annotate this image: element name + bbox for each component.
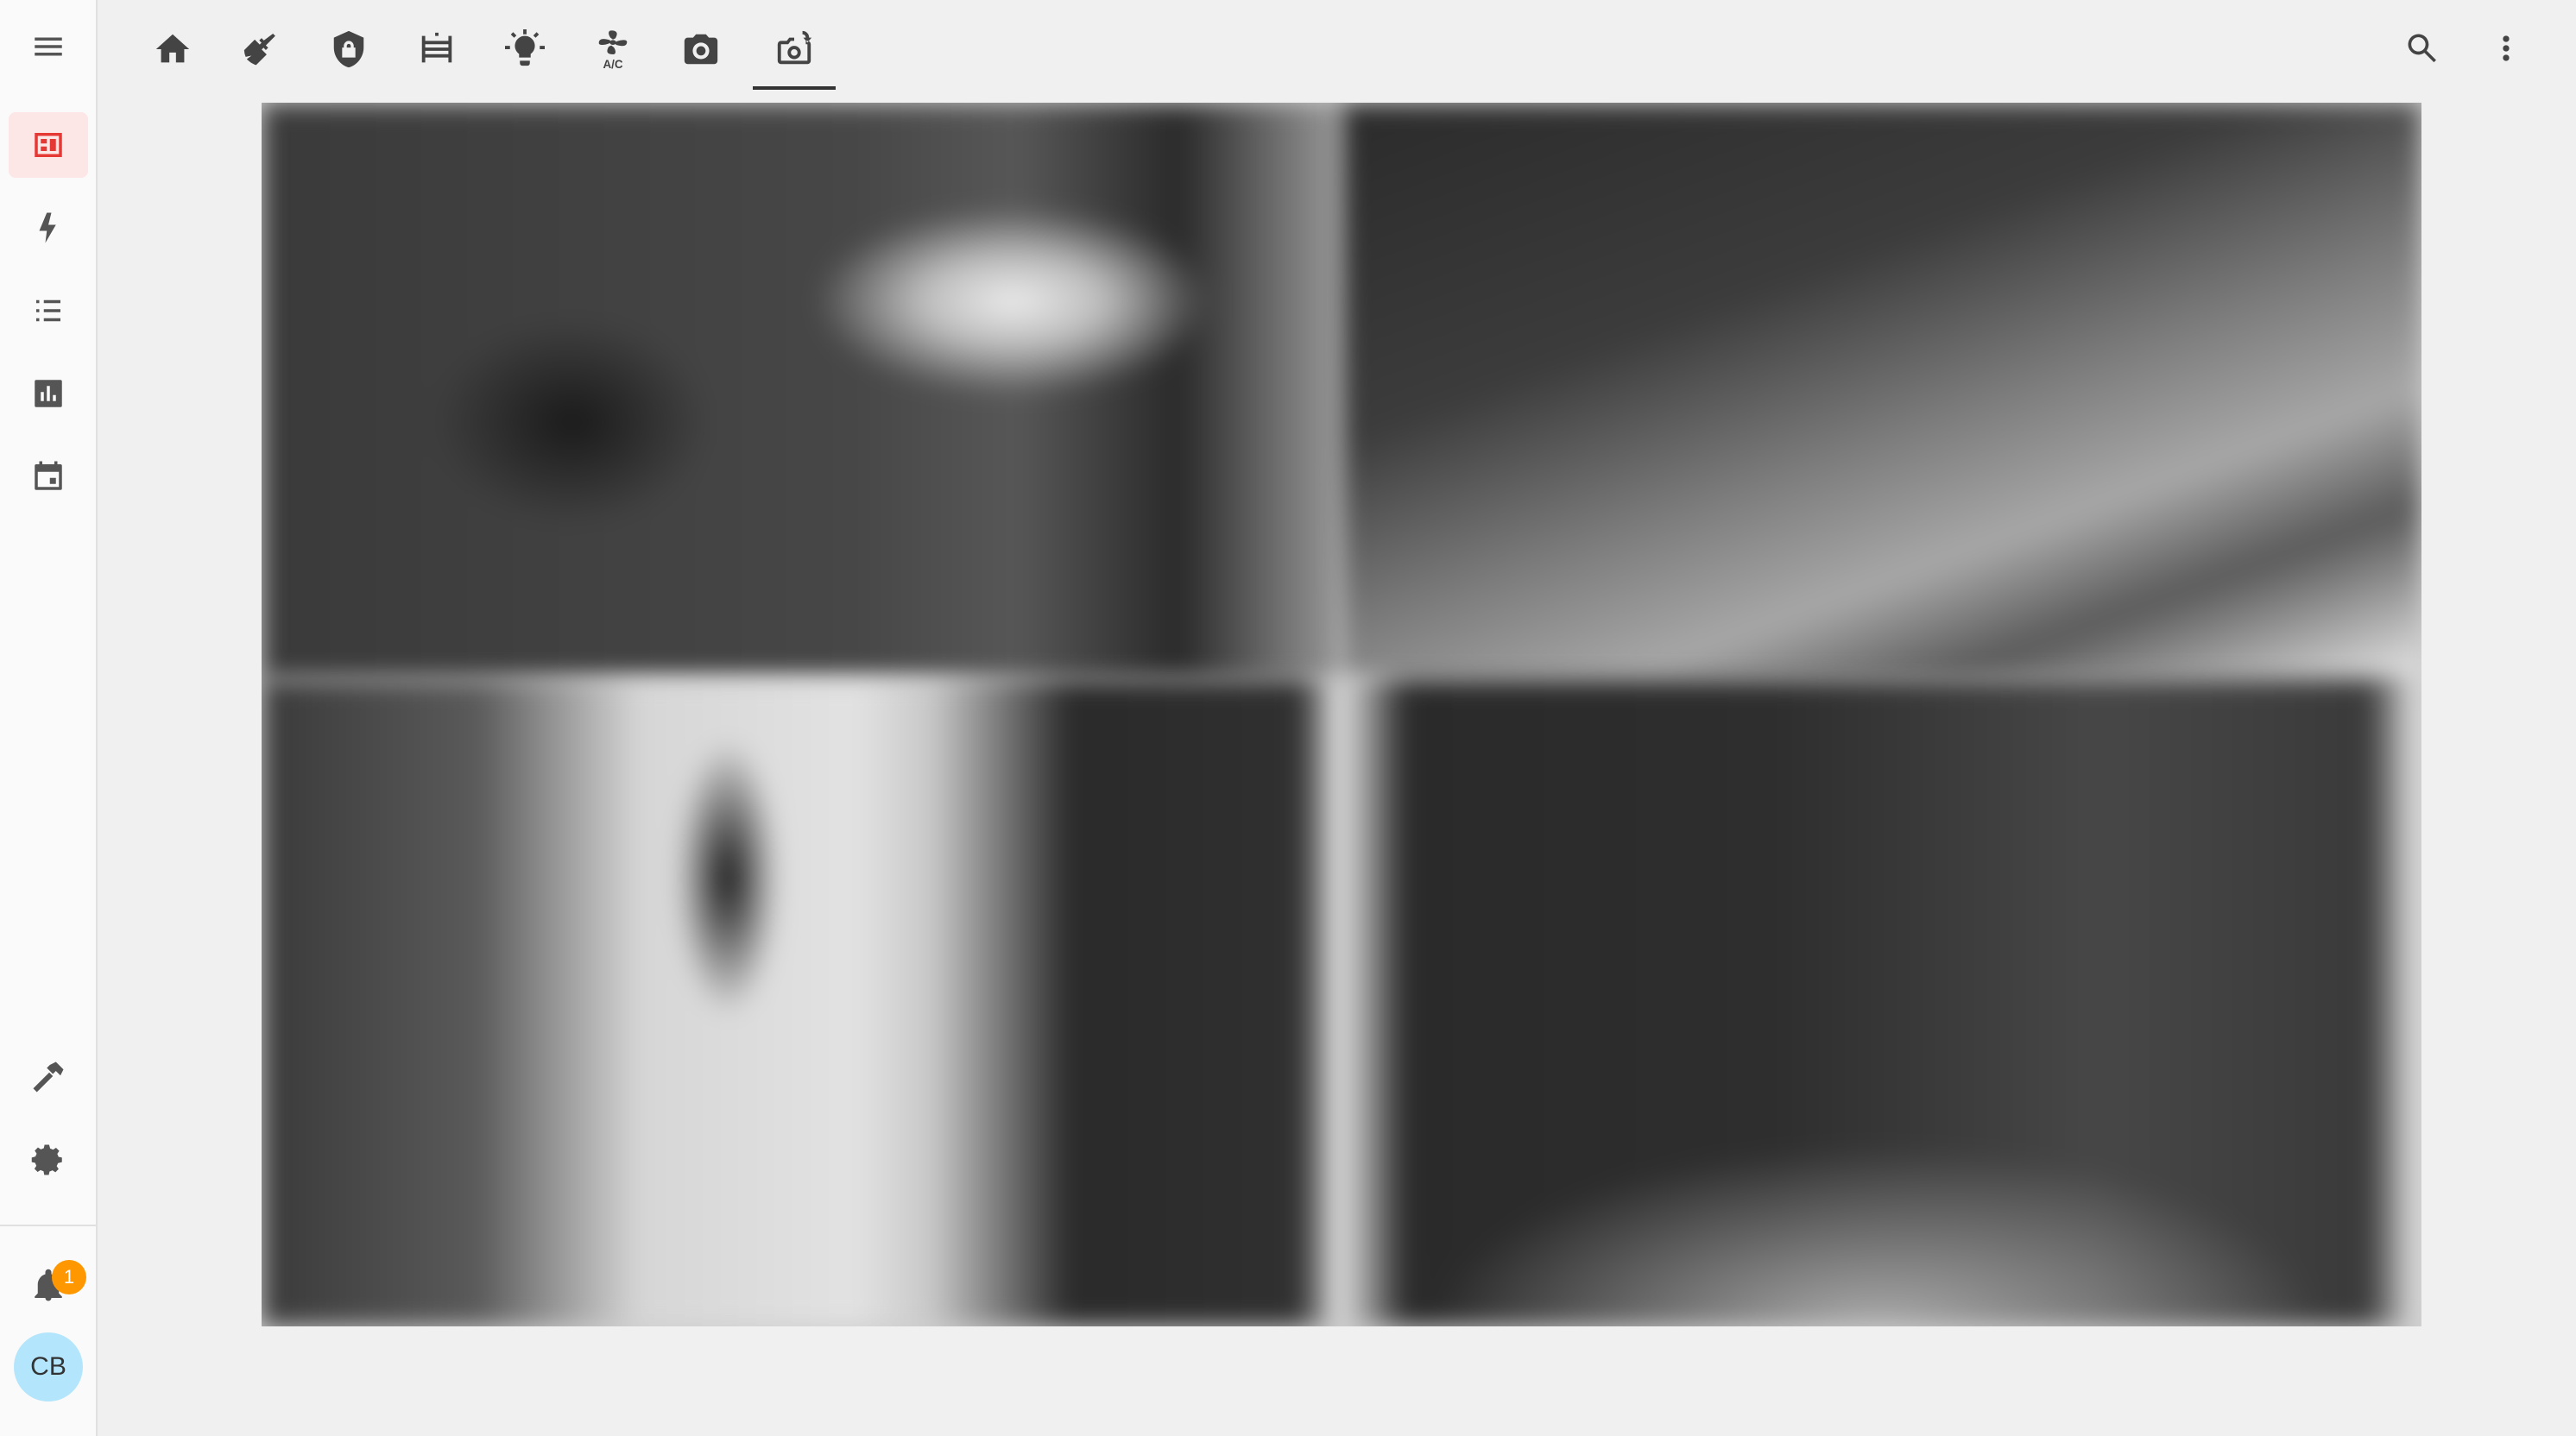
camera-feed-2[interactable]	[1342, 103, 2421, 679]
hammer-icon	[33, 1061, 64, 1093]
camera-switch-icon	[777, 30, 812, 65]
sidebar-item-energy[interactable]	[9, 195, 88, 261]
sidebar: 1 CB	[0, 0, 98, 1436]
dots-vertical-icon	[2503, 35, 2510, 61]
chart-box-icon	[35, 380, 62, 407]
calendar-icon	[35, 461, 62, 490]
fan-ac-icon: A/C	[598, 30, 628, 69]
view-tabs-bar: A/C	[98, 0, 2576, 98]
tab-gate[interactable]	[395, 10, 478, 88]
avatar[interactable]: CB	[14, 1332, 83, 1401]
notification-badge: 1	[52, 1260, 86, 1294]
sidebar-item-calendar[interactable]	[9, 444, 88, 509]
tab-cameras[interactable]	[753, 10, 836, 90]
view-dashboard-icon	[35, 133, 62, 157]
sidebar-item-logbook[interactable]	[9, 278, 88, 343]
sidebar-divider	[0, 1225, 96, 1226]
sidebar-item-settings[interactable]	[9, 1127, 88, 1193]
tab-air-conditioning[interactable]: A/C	[571, 10, 654, 88]
format-list-bulleted-icon	[36, 299, 60, 322]
svg-text:A/C: A/C	[603, 58, 622, 69]
cog-icon	[31, 1144, 62, 1175]
sidebar-item-developer-tools[interactable]	[9, 1044, 88, 1110]
sidebar-item-history[interactable]	[9, 361, 88, 426]
lightning-bolt-icon	[39, 212, 56, 243]
broom-icon	[243, 33, 275, 66]
home-icon	[155, 34, 190, 63]
gate-icon	[421, 32, 452, 63]
camera-feed-3[interactable]	[262, 679, 1342, 1326]
camera-feed-4[interactable]	[1342, 679, 2421, 1326]
lightbulb-icon	[505, 29, 545, 66]
tab-security[interactable]	[307, 10, 390, 88]
sidebar-item-overview[interactable]	[9, 112, 88, 178]
camera-icon	[684, 34, 718, 65]
search-button[interactable]	[2391, 17, 2453, 79]
tab-camera[interactable]	[660, 10, 742, 88]
camera-feed-1[interactable]	[262, 103, 1342, 679]
shield-lock-icon	[333, 30, 364, 68]
more-options-button[interactable]	[2475, 17, 2537, 79]
tab-cleaning[interactable]	[219, 10, 302, 88]
search-icon	[2408, 34, 2436, 63]
tab-lights[interactable]	[483, 10, 566, 88]
menu-icon[interactable]	[9, 14, 88, 79]
camera-grid	[262, 103, 2421, 1326]
tab-home[interactable]	[131, 10, 214, 88]
